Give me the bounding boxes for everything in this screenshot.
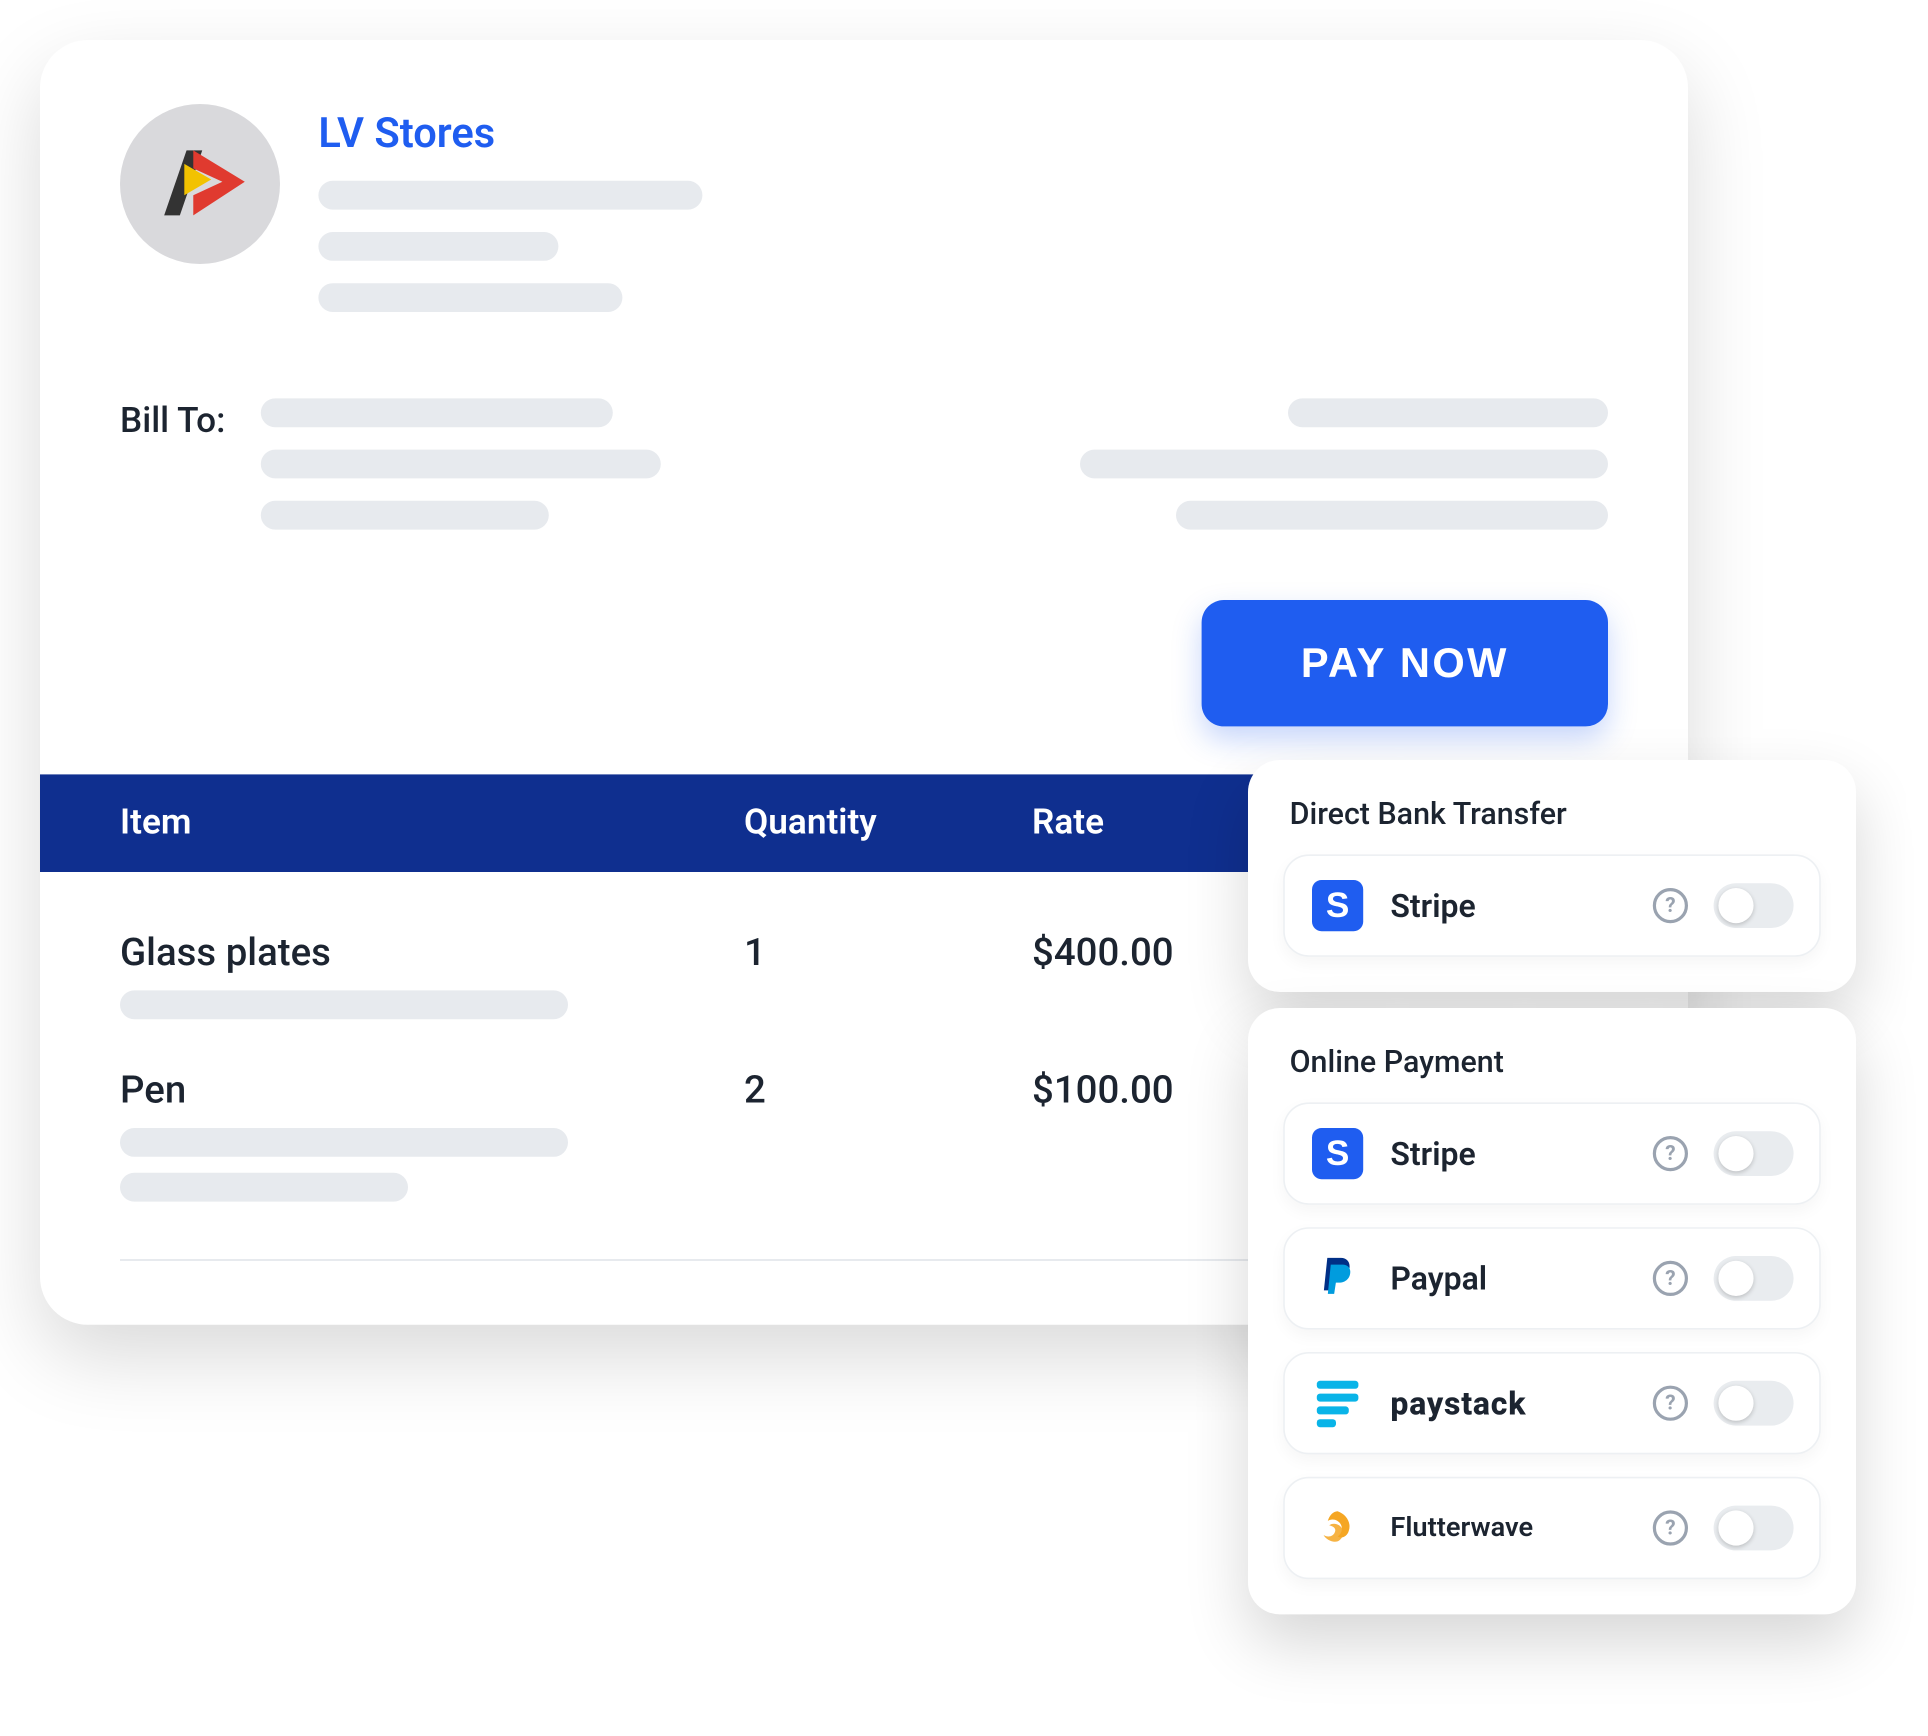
col-item: Item [120,803,744,843]
paypal-icon [1310,1251,1364,1305]
flutterwave-icon [1310,1501,1364,1555]
placeholder-line [261,450,661,479]
help-icon[interactable]: ? [1653,1386,1688,1421]
panel-title: Direct Bank Transfer [1283,795,1821,832]
help-icon[interactable]: ? [1653,1136,1688,1171]
provider-row-paypal: Paypal ? [1283,1227,1821,1329]
paystack-icon [1310,1376,1364,1430]
provider-name: Flutterwave [1390,1512,1627,1544]
provider-row-paystack: paystack ? [1283,1352,1821,1454]
item-quantity: 2 [744,1067,1032,1112]
placeholder-line [318,232,558,261]
panel-title: Online Payment [1283,1043,1821,1080]
provider-row-stripe: S Stripe ? [1283,1102,1821,1204]
toggle-flutterwave[interactable] [1714,1506,1794,1551]
provider-row-stripe: S Stripe ? [1283,854,1821,956]
stripe-icon: S [1310,878,1364,932]
placeholder-line [261,501,549,530]
placeholder-line [261,398,613,427]
toggle-stripe[interactable] [1714,1131,1794,1176]
placeholder-line [120,990,568,1019]
direct-bank-panel: Direct Bank Transfer S Stripe ? [1248,760,1856,992]
invoice-header: LV Stores [40,40,1688,366]
pay-now-button[interactable]: PAY NOW [1202,600,1608,726]
item-name: Pen [120,1067,744,1112]
provider-name: Stripe [1390,1134,1627,1172]
provider-name: paystack [1390,1384,1627,1422]
provider-row-flutterwave: Flutterwave ? [1283,1477,1821,1579]
provider-name: Paypal [1390,1259,1627,1297]
placeholder-line [120,1128,568,1157]
provider-name: Stripe [1390,886,1627,924]
store-logo [120,104,280,264]
billto-section: Bill To: [40,366,1688,600]
placeholder-line [318,283,622,312]
help-icon[interactable]: ? [1653,1261,1688,1296]
item-name: Glass plates [120,930,744,975]
toggle-paypal[interactable] [1714,1256,1794,1301]
col-quantity: Quantity [744,803,1032,843]
help-icon[interactable]: ? [1653,888,1688,923]
toggle-stripe-dbt[interactable] [1714,883,1794,928]
placeholder-line [318,181,702,210]
placeholder-line [1176,501,1608,530]
item-quantity: 1 [744,930,1032,975]
stripe-icon: S [1310,1126,1364,1180]
placeholder-line [1288,398,1608,427]
placeholder-line [120,1173,408,1202]
billto-label: Bill To: [120,398,225,441]
online-payment-panel: Online Payment S Stripe ? Paypal ? payst… [1248,1008,1856,1614]
placeholder-line [1080,450,1608,479]
help-icon[interactable]: ? [1653,1510,1688,1545]
store-name: LV Stores [318,110,1608,158]
toggle-paystack[interactable] [1714,1381,1794,1426]
store-logo-icon [144,128,256,240]
